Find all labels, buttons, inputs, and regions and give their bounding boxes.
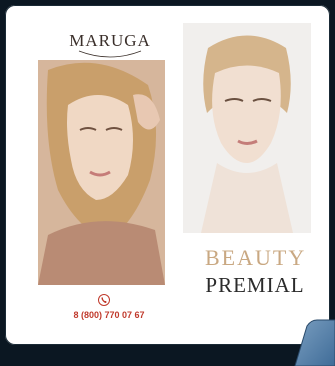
phone-icon: [98, 294, 110, 306]
phone-number[interactable]: 8 (800) 770 07 67: [59, 310, 159, 320]
brand-logo: MARUGA: [69, 31, 151, 50]
model-photo-left: [38, 60, 165, 285]
brand-name-line1: BEAUTY: [205, 245, 307, 270]
model-photo-right: [183, 23, 311, 233]
brand-name-line2: PREMIAL: [205, 273, 305, 297]
ad-panel: MARUGA 8 (800) 770 07 67 BEAUTY PREMIAL: [5, 5, 330, 345]
page-curl-icon[interactable]: [287, 306, 335, 366]
